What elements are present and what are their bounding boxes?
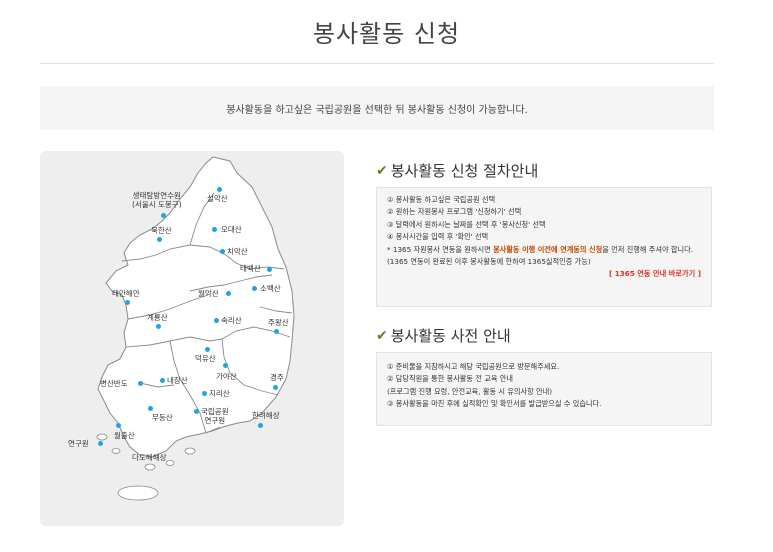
notice-banner: 봉사활동을 하고싶은 국립공원을 선택한 뒤 봉사활동 신청이 가능합니다. (40, 86, 714, 130)
park-dot-taean[interactable] (125, 300, 130, 305)
park-label-odae[interactable]: 오대산 (221, 225, 242, 234)
park-dot-odae[interactable] (212, 227, 217, 232)
park-dot-mudeung[interactable] (148, 406, 153, 411)
park-dot-bukhan[interactable] (157, 237, 162, 242)
park-dot-jiri[interactable] (202, 391, 207, 396)
park-dot-wolchul[interactable] (116, 423, 121, 428)
park-label-taean[interactable]: 태안해안 (112, 289, 140, 298)
park-dot-naejang[interactable] (160, 378, 165, 383)
procedure-step: ④ 봉사시간을 입력 후 '확인' 선택 (387, 232, 489, 242)
park-dot-npark-institute[interactable] (194, 409, 199, 414)
note-prefix: * 1365 자원봉사 연동을 원하시면 (387, 244, 494, 254)
park-label-taebaek[interactable]: 태백산 (240, 264, 261, 273)
note-highlight: 봉사활동 이행 이전에 연계동의 신청 (493, 244, 603, 254)
korea-map (96, 156, 295, 501)
title-divider (40, 63, 714, 64)
park-label-deogyu[interactable]: 덕유산 (195, 354, 216, 363)
korea-map-panel: 생태탐방연수원 (서울시 도봉구) 설악산 북한산 오대산 치악산 태백산 소백… (40, 151, 344, 526)
procedure-step: ① 봉사활동 하고싶은 국립공원 선택 (387, 195, 496, 204)
park-label-mudeung[interactable]: 무등산 (152, 413, 173, 422)
park-label-jiri[interactable]: 지리산 (209, 389, 230, 398)
park-label-wolchul[interactable]: 월출산 (114, 431, 135, 440)
park-label-sobaek[interactable]: 소백산 (260, 284, 281, 293)
prior-box: ① 준비물을 지참하시고 해당 국립공원으로 방문해주세요. ② 담당직원을 통… (376, 352, 712, 426)
park-label-chiak[interactable]: 치악산 (227, 247, 248, 256)
park-dot-gaya[interactable] (223, 363, 228, 368)
park-dot-juwang[interactable] (274, 329, 279, 334)
park-label-woorak[interactable]: 월악산 (198, 289, 219, 298)
park-dot-hallyeo[interactable] (258, 423, 263, 428)
park-dot-byeonsan[interactable] (138, 381, 143, 386)
park-dot-seonghwan[interactable] (161, 213, 166, 218)
park-dot-sobaek[interactable] (252, 286, 257, 291)
park-dot-taebaek[interactable] (267, 267, 272, 272)
procedure-title-text: 봉사활동 신청 절차안내 (390, 162, 539, 180)
procedure-step: ③ 달력에서 원하시는 날짜를 선택 후 '봉사신청' 선택 (387, 219, 546, 229)
park-label-npark-institute[interactable]: 국립공원 연구원 (201, 407, 229, 425)
park-dot-chiak[interactable] (220, 249, 225, 254)
park-label-bukhan[interactable]: 북한산 (151, 226, 172, 235)
procedure-step: ② 원하는 자원봉사 프로그램 '신청하기' 선택 (387, 207, 522, 217)
park-label-research[interactable]: 연구원 (68, 439, 89, 448)
park-label-naejang[interactable]: 내장산 (167, 376, 188, 385)
prior-item: ① 준비물을 지참하시고 해당 국립공원으로 방문해주세요. (387, 362, 560, 371)
prior-title-text: 봉사활동 사전 안내 (390, 327, 511, 345)
park-label-hallyeo[interactable]: 한려해상 (252, 411, 280, 420)
park-label-seorak[interactable]: 설악산 (207, 194, 228, 203)
park-label-gyeongju[interactable]: 경주 (270, 373, 284, 382)
prior-item: ③ 봉사활동을 마친 후에 실적확인 및 확인서를 발급받으실 수 있습니다. (387, 399, 602, 409)
procedure-box: ① 봉사활동 하고싶은 국립공원 선택 ② 원하는 자원봉사 프로그램 '신청하… (376, 187, 712, 307)
park-label-songni[interactable]: 속리산 (221, 316, 242, 325)
park-dot-gyeongju[interactable] (273, 385, 278, 390)
park-label-gyeryong[interactable]: 계룡산 (147, 313, 168, 322)
prior-item: (프로그램 진행 요령, 안전교육, 활동 시 유의사항 안내) (387, 386, 553, 396)
prior-item: ② 담당직원을 통한 봉사활동 전 교육 안내 (387, 374, 513, 384)
park-label-seonghwan[interactable]: 생태탐방연수원 (서울시 도봉구) (132, 191, 182, 209)
park-dot-deogyu[interactable] (205, 347, 210, 352)
procedure-title: ✔ 봉사활동 신청 절차안내 (376, 160, 538, 181)
park-dot-woorak[interactable] (226, 291, 231, 296)
prior-title: ✔ 봉사활동 사전 안내 (376, 325, 511, 346)
park-dot-gyeryong[interactable] (156, 324, 161, 329)
park-label-byeonsan[interactable]: 변산반도 (100, 379, 128, 388)
park-dot-songni[interactable] (214, 318, 219, 323)
park-label-gaya[interactable]: 가야산 (216, 372, 237, 381)
check-icon: ✔ (376, 327, 388, 344)
procedure-note: * 1365 자원봉사 연동을 원하시면 봉사활동 이행 이전에 연계동의 신청… (387, 244, 701, 269)
park-dot-seorak[interactable] (217, 187, 222, 192)
park-dot-research[interactable] (98, 441, 103, 446)
park-label-dadohae[interactable]: 다도해해상 (132, 453, 167, 462)
notice-text: 봉사활동을 하고싶은 국립공원을 선택한 뒤 봉사활동 신청이 가능합니다. (226, 104, 528, 116)
park-label-juwang[interactable]: 주왕산 (268, 318, 289, 327)
link-1365-guide[interactable]: [ 1365 연동 안내 바로가기 ] (387, 268, 701, 280)
page-title: 봉사활동 신청 (312, 20, 461, 48)
check-icon: ✔ (376, 162, 388, 179)
